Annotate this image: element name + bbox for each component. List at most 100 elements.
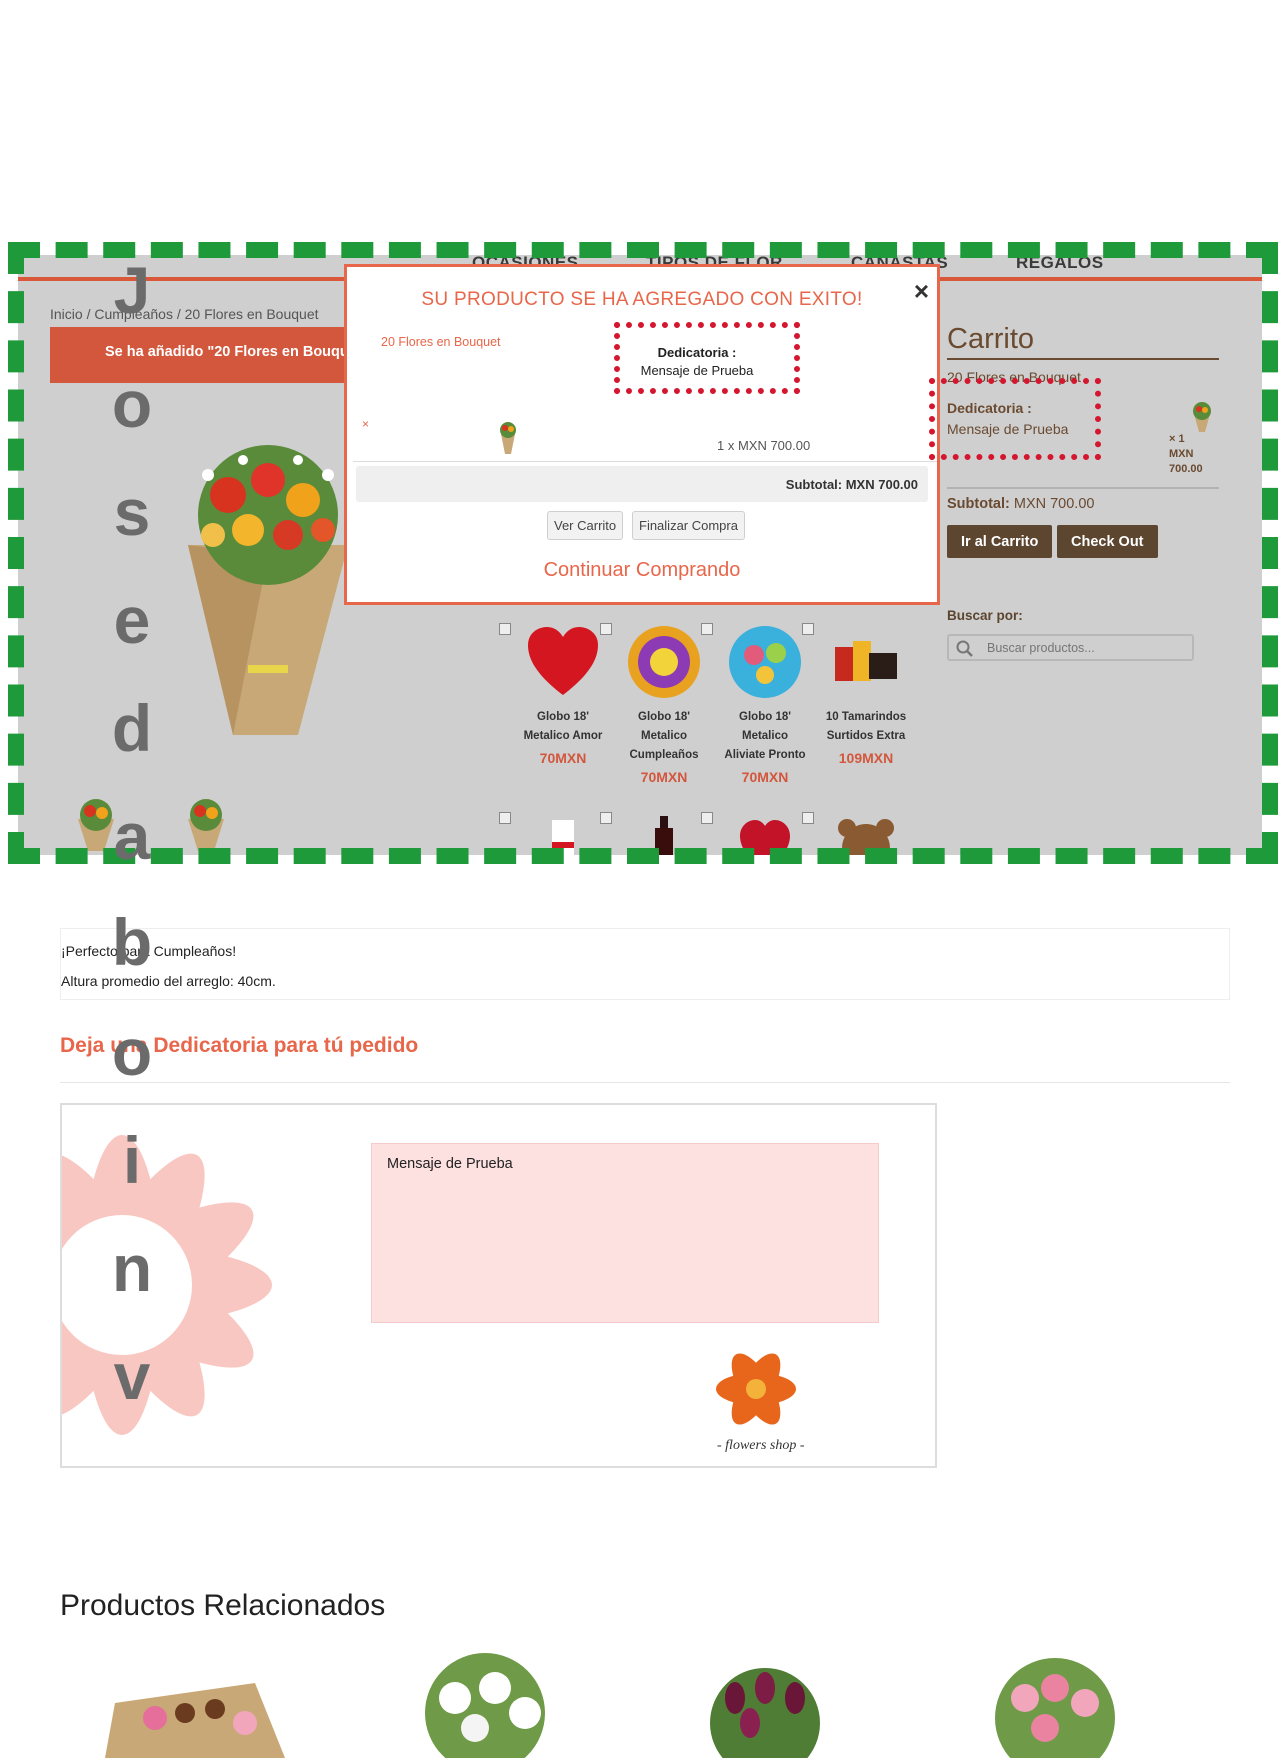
cart-item-currency: MXN [1169,448,1194,460]
related-product-image[interactable] [95,1643,295,1758]
search-input[interactable] [987,638,1187,658]
dedication-message-field[interactable]: Mensaje de Prueba [371,1143,879,1323]
cart-dedication-value: Mensaje de Prueba [947,421,1069,437]
wine-bottle-icon [655,816,673,855]
modal-qty-price: 1 x MXN 700.00 [717,438,811,453]
cart-item-qty: × 1 [1169,433,1185,445]
cart-title-underline [947,358,1219,360]
related-product-image[interactable] [385,1643,585,1758]
go-to-cart-button[interactable]: Ir al Carrito [947,525,1053,558]
logo-text: - flowers shop - [717,1438,805,1453]
extra-item[interactable]: 10 Tamarindos Surtidos Extra 109MXN [802,623,916,766]
modal-dedication-label: Dedicatoria : [657,345,737,360]
cart-subtotal-label: Subtotal: [947,496,1010,512]
extra-item[interactable] [499,812,613,855]
watermark-letter: o [111,367,153,441]
extra-checkbox[interactable] [802,812,814,824]
cart-subtotal: Subtotal: MXN 700.00 [947,496,1094,512]
extra-item[interactable] [802,812,916,855]
related-product-image[interactable] [955,1643,1155,1758]
watermark-letter: a [113,799,151,873]
heart-balloon-icon [528,627,598,695]
continue-shopping-link[interactable]: Continuar Comprando [347,559,937,582]
finalize-purchase-button[interactable]: Finalizar Compra [632,511,745,540]
extra-name-line: 10 Tamarindos [825,711,907,723]
extra-checkbox[interactable] [701,623,713,635]
flower-pattern-icon [62,1135,272,1435]
watermark-letter: d [111,691,153,765]
extra-name-line: Surtidos Extra [826,730,906,742]
search-label: Buscar por: [947,608,1023,623]
extra-name-line: Globo 18' [739,711,791,723]
added-to-cart-modal: SU PRODUCTO SE HA AGREGADO CON EXITO! × … [344,264,940,605]
dedication-card: Mensaje de Prueba - flowers shop - [60,1103,937,1468]
extra-price: 70MXN [640,769,688,785]
watermark-letter: i [122,1123,142,1197]
get-well-balloon-icon [729,626,801,698]
heart-balloon-icon [740,820,790,855]
extra-name-line: Cumpleaños [629,749,699,761]
extra-price: 70MXN [539,750,587,766]
watermark-letter: s [113,475,151,549]
related-products-title: Productos Relacionados [60,1589,386,1622]
modal-title: SU PRODUCTO SE HA AGREGADO CON EXITO! [421,289,863,310]
watermark-letter: v [113,1339,151,1413]
search-box[interactable] [947,634,1194,661]
extra-name-line: Aliviate Pronto [724,749,806,761]
remove-item-icon[interactable]: × [362,417,369,431]
modal-subtotal: Subtotal: MXN 700.00 [356,466,928,502]
extra-item[interactable] [701,812,815,855]
cart-item-thumbnail[interactable] [1188,400,1216,432]
modal-dedication-value: Mensaje de Prueba [640,363,754,378]
extra-item[interactable]: Globo 18' Metalico Aliviate Pronto 70MXN [701,623,815,785]
watermark-letter: o [111,1015,153,1089]
birthday-balloon-icon [628,626,700,698]
candy-box-icon [835,641,897,681]
extra-checkbox[interactable] [701,812,713,824]
product-description: ¡Perfecto para Cumpleaños! Altura promed… [60,928,1230,1000]
extra-checkbox[interactable] [802,623,814,635]
dedication-divider [60,1082,1230,1083]
cart-item-qty-price: × 1 MXN 700.00 [1169,432,1219,477]
search-icon [956,640,973,657]
extra-price: 109MXN [838,750,894,766]
product-thumbnail[interactable] [178,795,234,851]
extra-checkbox[interactable] [499,623,511,635]
close-icon[interactable]: × [914,278,929,304]
checkout-button[interactable]: Check Out [1057,525,1158,558]
extra-name-line: Globo 18' [537,711,589,723]
extra-item[interactable]: Globo 18' Metalico Amor 70MXN [499,623,613,766]
breadcrumb[interactable]: Inicio / Cumpleaños / 20 Flores en Bouqu… [50,306,319,322]
cart-title: Carrito [947,323,1035,355]
description-line: Altura promedio del arreglo: 40cm. [61,973,276,989]
extra-checkbox[interactable] [499,812,511,824]
watermark-letter: b [111,905,153,979]
nav-item-regalos[interactable]: REGALOS [1016,255,1104,273]
cart-subtotal-value: MXN 700.00 [1013,496,1095,512]
cart-item-price: 700.00 [1169,463,1203,475]
extra-item[interactable] [600,812,714,855]
gift-box-icon [552,820,574,855]
modal-divider [353,461,937,462]
cart-item-name[interactable]: 20 Flores en Bouquet [947,369,1081,385]
extra-name-line: Globo 18' [638,711,690,723]
cart-divider [947,487,1219,489]
related-product-image[interactable] [665,1643,865,1758]
extra-name-line: Metalico [640,730,687,742]
extra-name-line: Metalico [741,730,788,742]
view-cart-button[interactable]: Ver Carrito [547,511,624,540]
extra-price: 70MXN [741,769,789,785]
flowers-shop-logo [716,1353,796,1425]
modal-product-thumbnail [500,422,516,454]
modal-product-name[interactable]: 20 Flores en Bouquet [381,335,501,349]
extra-checkbox[interactable] [600,623,612,635]
extra-name-line: Metalico Amor [523,730,603,742]
extra-checkbox[interactable] [600,812,612,824]
cart-dedication-label: Dedicatoria : [947,400,1032,416]
watermark-letter: n [111,1231,153,1305]
teddy-bear-icon [838,819,894,855]
added-to-cart-notice: Se ha añadido "20 Flores en Bouquet" [50,327,380,383]
extra-item[interactable]: Globo 18' Metalico Cumpleaños 70MXN [600,623,714,785]
watermark-letter: J [113,253,151,327]
watermark-letter: e [113,583,151,657]
